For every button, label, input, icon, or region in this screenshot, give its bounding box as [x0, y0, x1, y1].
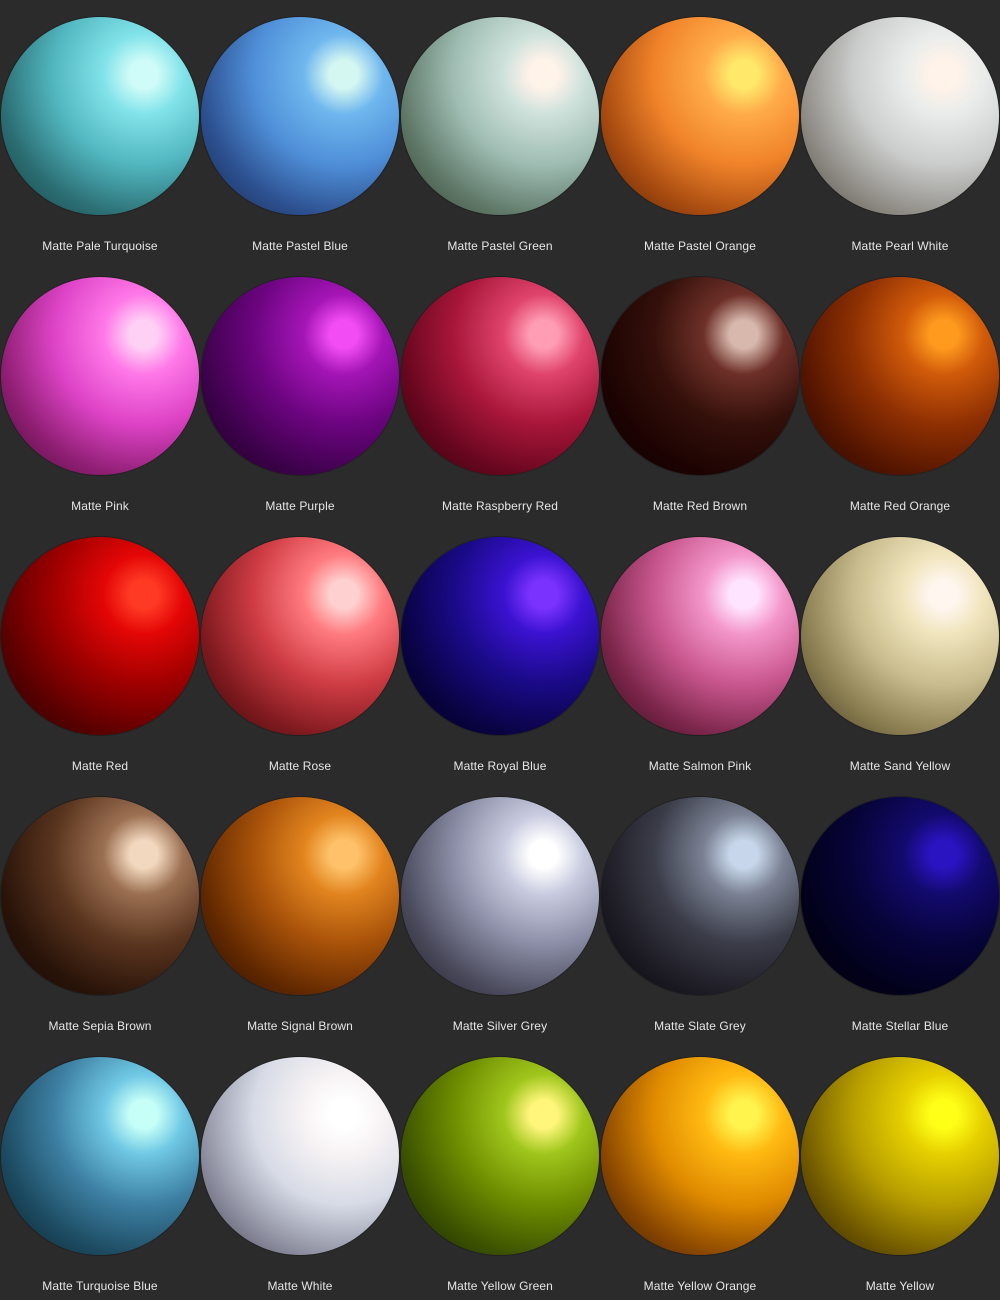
- material-sphere: [601, 1057, 799, 1255]
- material-swatch[interactable]: Matte Signal Brown: [200, 780, 400, 1040]
- material-swatch[interactable]: Matte Pale Turquoise: [0, 0, 200, 260]
- material-sphere: [401, 277, 599, 475]
- material-label: Matte Pastel Blue: [252, 239, 348, 253]
- material-sphere: [201, 537, 399, 735]
- material-sphere: [601, 797, 799, 995]
- material-sphere: [1, 797, 199, 995]
- material-swatch[interactable]: Matte Pearl White: [800, 0, 1000, 260]
- material-swatch[interactable]: Matte Rose: [200, 520, 400, 780]
- material-label: Matte Yellow: [865, 1279, 935, 1293]
- material-label: Matte White: [267, 1279, 333, 1293]
- material-sphere: [801, 277, 999, 475]
- material-label: Matte Pearl White: [851, 239, 949, 253]
- material-label: Matte Rose: [268, 759, 332, 773]
- material-label: Matte Yellow Green: [447, 1279, 553, 1293]
- material-sphere: [1, 1057, 199, 1255]
- material-sphere: [201, 277, 399, 475]
- material-label: Matte Pink: [71, 499, 129, 513]
- material-swatch[interactable]: Matte Yellow: [800, 1040, 1000, 1300]
- material-label: Matte Purple: [265, 499, 335, 513]
- material-sphere: [201, 797, 399, 995]
- material-label: Matte Red Brown: [652, 499, 748, 513]
- material-swatch[interactable]: Matte Salmon Pink: [600, 520, 800, 780]
- material-label: Matte Sepia Brown: [48, 1019, 152, 1033]
- material-swatch[interactable]: Matte Sand Yellow: [800, 520, 1000, 780]
- material-swatch[interactable]: Matte Red Orange: [800, 260, 1000, 520]
- material-sphere: [601, 537, 799, 735]
- material-sphere: [401, 797, 599, 995]
- material-swatch[interactable]: Matte Silver Grey: [400, 780, 600, 1040]
- material-sphere: [801, 537, 999, 735]
- material-swatch[interactable]: Matte Yellow Green: [400, 1040, 600, 1300]
- material-swatch[interactable]: Matte Slate Grey: [600, 780, 800, 1040]
- material-swatch[interactable]: Matte Stellar Blue: [800, 780, 1000, 1040]
- material-swatch[interactable]: Matte Yellow Orange: [600, 1040, 800, 1300]
- material-sphere: [201, 17, 399, 215]
- material-label: Matte Pastel Green: [447, 239, 553, 253]
- material-sphere: [1, 537, 199, 735]
- material-swatch[interactable]: Matte Pastel Orange: [600, 0, 800, 260]
- material-label: Matte Pale Turquoise: [42, 239, 158, 253]
- material-label: Matte Stellar Blue: [851, 1019, 949, 1033]
- material-swatch[interactable]: Matte Royal Blue: [400, 520, 600, 780]
- material-sphere: [201, 1057, 399, 1255]
- material-sphere: [1, 17, 199, 215]
- material-swatch[interactable]: Matte Sepia Brown: [0, 780, 200, 1040]
- material-label: Matte Royal Blue: [453, 759, 547, 773]
- material-label: Matte Raspberry Red: [442, 499, 558, 513]
- material-label: Matte Sand Yellow: [849, 759, 951, 773]
- material-swatch[interactable]: Matte Pink: [0, 260, 200, 520]
- material-swatch[interactable]: Matte Purple: [200, 260, 400, 520]
- material-sphere: [601, 17, 799, 215]
- material-label: Matte Signal Brown: [247, 1019, 353, 1033]
- material-sphere: [401, 1057, 599, 1255]
- material-swatch[interactable]: Matte Raspberry Red: [400, 260, 600, 520]
- material-label: Matte Yellow Orange: [643, 1279, 757, 1293]
- material-label: Matte Red Orange: [849, 499, 951, 513]
- material-label: Matte Silver Grey: [452, 1019, 548, 1033]
- material-sphere: [801, 797, 999, 995]
- material-swatch[interactable]: Matte Turquoise Blue: [0, 1040, 200, 1300]
- material-sphere: [801, 1057, 999, 1255]
- material-swatch-grid: Matte Pale Turquoise Matte Pastel Blue M…: [0, 0, 1000, 1300]
- material-swatch[interactable]: Matte Red Brown: [600, 260, 800, 520]
- material-label: Matte Pastel Orange: [644, 239, 756, 253]
- material-swatch[interactable]: Matte Red: [0, 520, 200, 780]
- material-label: Matte Salmon Pink: [648, 759, 752, 773]
- material-swatch[interactable]: Matte White: [200, 1040, 400, 1300]
- material-label: Matte Turquoise Blue: [42, 1279, 158, 1293]
- material-label: Matte Slate Grey: [654, 1019, 746, 1033]
- material-sphere: [401, 17, 599, 215]
- material-sphere: [401, 537, 599, 735]
- material-sphere: [801, 17, 999, 215]
- material-sphere: [1, 277, 199, 475]
- material-sphere: [601, 277, 799, 475]
- material-swatch[interactable]: Matte Pastel Green: [400, 0, 600, 260]
- material-label: Matte Red: [71, 759, 129, 773]
- material-swatch[interactable]: Matte Pastel Blue: [200, 0, 400, 260]
